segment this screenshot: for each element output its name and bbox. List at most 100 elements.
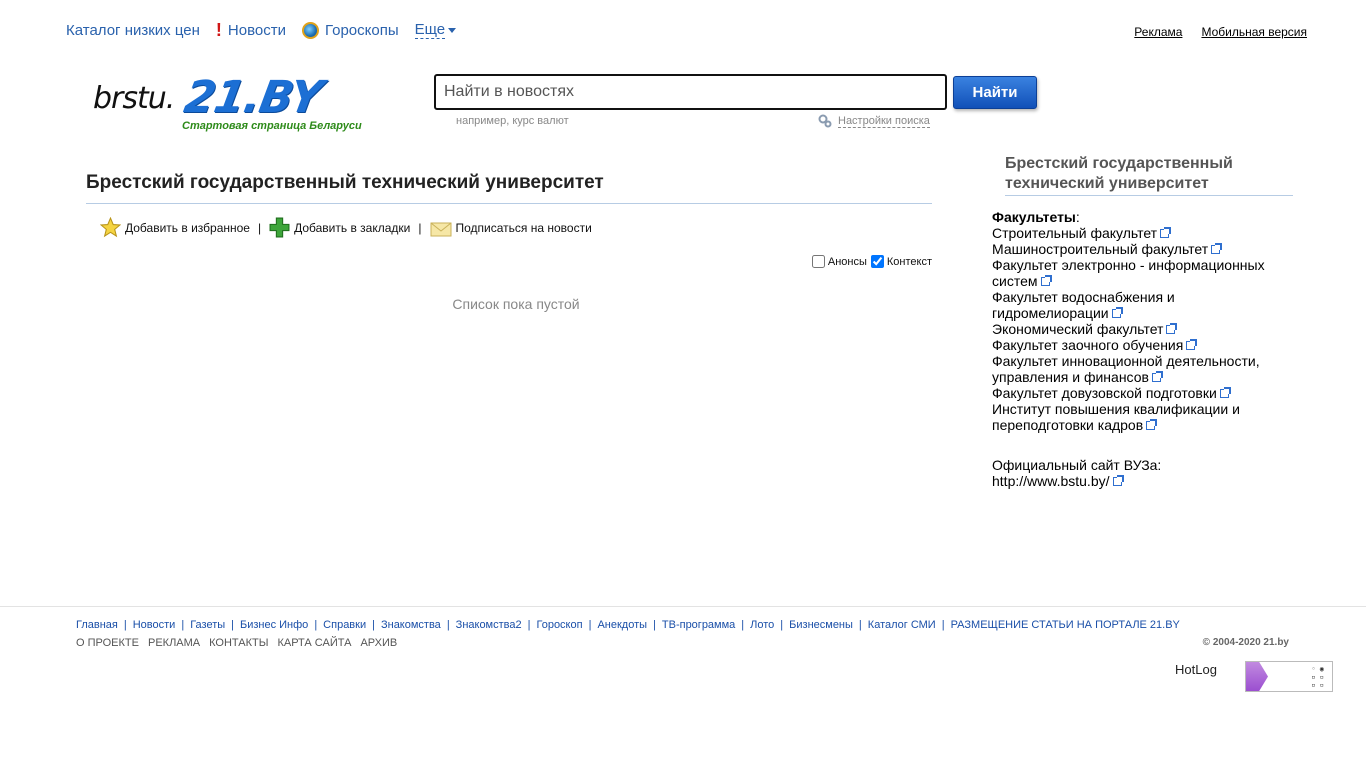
exclamation-icon: !	[215, 20, 222, 40]
faculty-link[interactable]: Факультет электронно - информационных си…	[992, 257, 1292, 289]
logo-brand: 21.BY	[180, 72, 326, 123]
official-site-url: http://www.bstu.by/	[992, 473, 1110, 489]
search-hint: например, курс валют	[456, 115, 569, 127]
context-checkbox[interactable]	[870, 255, 884, 268]
footer-nav-link[interactable]: Справки	[323, 619, 366, 631]
separator: |	[527, 619, 531, 631]
context-label: Контекст	[886, 255, 932, 268]
nav-news-link[interactable]: ! Новости	[216, 21, 286, 39]
counter-arrow-icon	[1246, 662, 1268, 691]
nav-more-label: Еще	[414, 20, 446, 39]
footer-nav-link[interactable]: Каталог СМИ	[868, 619, 936, 631]
footer-nav-link[interactable]: Лото	[750, 619, 774, 631]
search-button[interactable]: Найти	[953, 76, 1037, 109]
footer-nav-link[interactable]: Бизнесмены	[789, 619, 853, 631]
star-icon	[100, 217, 121, 238]
context-filter[interactable]: Контекст	[870, 255, 932, 268]
separator: |	[181, 619, 185, 631]
footer-secondary-link[interactable]: РЕКЛАМА	[148, 637, 200, 649]
faculty-link[interactable]: Машиностроительный факультет	[992, 241, 1292, 257]
separator: |	[446, 619, 450, 631]
separator: |	[653, 619, 656, 631]
external-link-icon	[1040, 275, 1052, 286]
footer-nav: Главная | Новости | Газеты | Бизнес Инфо | Справ…	[76, 619, 1180, 631]
faculty-link[interactable]: Институт повышения квалификации и перепо…	[992, 401, 1292, 433]
separator: |	[780, 619, 784, 631]
faculty-link[interactable]: Факультет довузовской подготовки	[992, 385, 1292, 401]
nav-horoscopes-link[interactable]: Гороскопы	[301, 21, 399, 39]
external-link-icon	[1111, 307, 1123, 318]
footer-nav-link[interactable]: Газеты	[190, 619, 225, 631]
footer-secondary-link[interactable]: КОНТАКТЫ	[209, 637, 268, 649]
faculty-link[interactable]: Факультет заочного обучения	[992, 337, 1292, 353]
news-filters: Анонсы Контекст	[808, 255, 932, 268]
subscribe-news-label: Подписаться на новости	[455, 220, 592, 235]
top-links: Реклама Мобильная версия	[1115, 25, 1307, 39]
top-nav: Каталог низких цен ! Новости Гороскопы Ещ…	[66, 21, 472, 39]
faculty-label: Строительный факультет	[992, 225, 1158, 241]
add-to-favorites-link[interactable]: Добавить в избранное	[100, 217, 250, 238]
announcements-filter[interactable]: Анонсы	[811, 255, 867, 268]
hotlog-image-alt[interactable]: HotLog	[1175, 662, 1217, 677]
counter-stats-icon: ◦ ◉ ▫ ▫ ▫ ▫	[1311, 665, 1324, 689]
footer-secondary-link[interactable]: КАРТА САЙТА	[277, 637, 351, 649]
separator: |	[314, 619, 318, 631]
page-title: Брестский государственный технический ун…	[86, 172, 932, 204]
faculty-link[interactable]: Строительный факультет	[992, 225, 1292, 241]
separator: |	[257, 220, 262, 235]
nav-more-dropdown[interactable]: Еще	[414, 20, 457, 39]
separator: |	[941, 619, 945, 631]
faculty-label: Институт повышения квалификации и перепо…	[992, 401, 1240, 433]
ads-link[interactable]: Реклама	[1134, 25, 1182, 39]
footer-secondary-link[interactable]: АРХИВ	[360, 637, 397, 649]
nav-catalog-link[interactable]: Каталог низких цен	[66, 22, 200, 39]
separator: |	[858, 619, 862, 631]
faculty-link[interactable]: Экономический факультет	[992, 321, 1292, 337]
faculty-label: Экономический факультет	[992, 321, 1164, 337]
footer-nav-link[interactable]: Знакомства2	[456, 619, 522, 631]
sidebar-body: Факультеты: Строительный факультет Машино…	[992, 209, 1292, 489]
faculties-header: Факультеты	[992, 209, 1076, 225]
faculty-link[interactable]: Факультет водоснабжения и гидромелиораци…	[992, 289, 1292, 321]
footer-nav-link[interactable]: РАЗМЕЩЕНИЕ СТАТЬИ НА ПОРТАЛЕ 21.BY	[951, 619, 1180, 631]
footer-secondary-link[interactable]: О ПРОЕКТЕ	[76, 637, 139, 649]
empty-list-message: Список пока пустой	[452, 296, 580, 312]
footer-nav-link[interactable]: Знакомства	[381, 619, 441, 631]
counter-badge[interactable]: ◦ ◉ ▫ ▫ ▫ ▫	[1245, 661, 1333, 692]
subscribe-news-link[interactable]: Подписаться на новости	[430, 219, 592, 237]
announcements-checkbox[interactable]	[811, 255, 825, 268]
gears-icon	[818, 114, 832, 128]
separator: |	[588, 619, 592, 631]
mobile-version-link[interactable]: Мобильная версия	[1201, 25, 1307, 39]
add-to-bookmarks-link[interactable]: Добавить в закладки	[269, 217, 410, 238]
faculty-link[interactable]: Факультет инновационной деятельности, уп…	[992, 353, 1292, 385]
external-link-icon	[1112, 475, 1124, 486]
faculty-label: Факультет довузовской подготовки	[992, 385, 1217, 401]
add-to-favorites-label: Добавить в избранное	[125, 220, 250, 235]
external-link-icon	[1151, 371, 1163, 382]
zodiac-globe-icon	[301, 21, 319, 39]
footer-nav-link[interactable]: Главная	[76, 619, 118, 631]
plus-icon	[269, 217, 290, 238]
footer-nav-link[interactable]: Бизнес Инфо	[240, 619, 308, 631]
footer-nav-link[interactable]: Новости	[133, 619, 176, 631]
separator: |	[231, 619, 234, 631]
faculties-header-line: Факультеты:	[992, 209, 1080, 225]
external-link-icon	[1160, 227, 1172, 238]
footer-nav-link[interactable]: Гороскоп	[536, 619, 582, 631]
separator: |	[418, 220, 422, 235]
search-input[interactable]	[434, 74, 947, 110]
separator: |	[741, 619, 745, 631]
footer-nav-link[interactable]: ТВ-программа	[662, 619, 735, 631]
search-settings-link[interactable]: Настройки поиска	[818, 114, 930, 128]
faculty-label: Факультет электронно - информационных си…	[992, 257, 1265, 289]
external-link-icon	[1211, 243, 1223, 254]
faculty-label: Факультет водоснабжения и гидромелиораци…	[992, 289, 1175, 321]
add-to-bookmarks-label: Добавить в закладки	[294, 220, 411, 235]
envelope-icon	[430, 222, 451, 236]
site-logo[interactable]: brstu. 21.BY Стартовая страница Беларуси	[93, 72, 403, 138]
official-site-link[interactable]: http://www.bstu.by/	[992, 473, 1292, 489]
footer-nav-link[interactable]: Анекдоты	[597, 619, 647, 631]
external-link-icon	[1146, 419, 1158, 430]
footer-divider	[0, 606, 1366, 607]
